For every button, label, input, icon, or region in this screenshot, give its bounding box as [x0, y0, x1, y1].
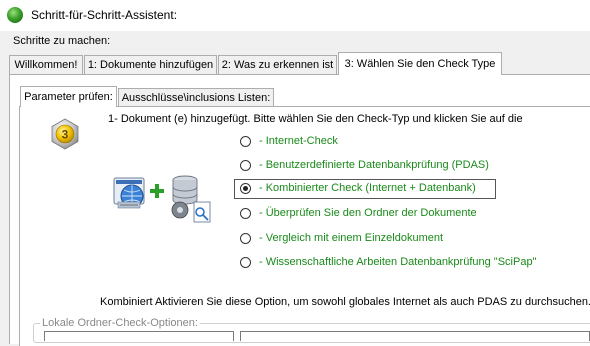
tab-what-to-detect[interactable]: 2: Was zu erkennen ist — [218, 55, 337, 74]
radio-button[interactable] — [240, 233, 251, 244]
option-label: - Internet-Check — [259, 135, 338, 147]
tab-choose-check-type[interactable]: 3: Wählen Sie den Check Type — [338, 52, 502, 75]
app-logo-icon — [7, 7, 23, 23]
local-folder-options-label: Lokale Ordner-Check-Optionen: — [40, 317, 200, 329]
radio-button[interactable] — [240, 136, 251, 147]
plus-icon — [150, 184, 164, 198]
option-label: - Überprüfen Sie den Ordner der Dokument… — [259, 207, 477, 219]
tab-add-documents[interactable]: 1: Dokumente hinzufügen — [84, 55, 217, 74]
steps-label: Schritte zu machen: — [13, 35, 111, 47]
tab-exclusion-lists[interactable]: Ausschlüsse\inclusions Listen: — [118, 88, 274, 106]
title-bar: Schritt-für-Schritt-Assistent: — [0, 0, 590, 31]
option-label: - Benutzerdefinierte Datenbankprüfung (P… — [259, 159, 489, 171]
radio-button[interactable] — [240, 208, 251, 219]
option-label: - Wissenschaftliche Arbeiten Datenbankpr… — [259, 256, 537, 268]
option-description: Kombiniert Aktivieren Sie diese Option, … — [100, 296, 590, 308]
intro-text: 1- Dokument (e) hinzugefügt. Bitte wähle… — [108, 113, 523, 125]
radio-button-selected[interactable] — [240, 183, 251, 194]
globe-document-icon — [113, 177, 145, 209]
radio-button[interactable] — [240, 160, 251, 171]
step-number: 3 — [62, 128, 69, 142]
local-folder-path-field[interactable] — [240, 331, 590, 341]
tab-check-parameters[interactable]: Parameter prüfen: — [20, 86, 117, 107]
local-folder-field[interactable] — [44, 331, 234, 341]
check-type-illustration — [113, 175, 211, 223]
window-title: Schritt-für-Schritt-Assistent: — [31, 8, 178, 22]
option-label: - Vergleich mit einem Einzeldokument — [259, 232, 444, 244]
database-icon — [171, 175, 211, 223]
option-combined-check[interactable]: - Kombinierter Check (Internet + Datenba… — [234, 179, 496, 199]
option-label: - Kombinierter Check (Internet + Datenba… — [259, 182, 476, 194]
tab-welcome[interactable]: Willkommen! — [9, 55, 83, 74]
radio-button[interactable] — [240, 257, 251, 268]
step-number-badge-icon: 3 — [51, 118, 79, 150]
